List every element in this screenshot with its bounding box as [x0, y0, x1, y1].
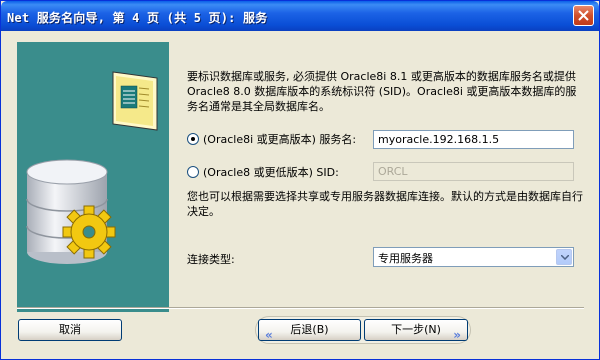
wizard-window: Net 服务名向导, 第 4 页 (共 5 页): 服务 要标识数据库或服务, … — [0, 0, 600, 360]
footer-divider — [17, 307, 584, 309]
wizard-illustration — [17, 42, 169, 312]
service-name-option[interactable]: (Oracle8i 或更高版本) 服务名: — [187, 131, 356, 147]
sid-radio[interactable] — [187, 166, 199, 178]
close-button[interactable] — [573, 5, 594, 26]
close-icon — [578, 10, 589, 21]
back-label: 后退(B) — [290, 323, 329, 336]
service-name-input[interactable]: myoracle.192.168.1.5 — [373, 130, 574, 149]
next-chevron-icon: » — [453, 328, 461, 342]
service-name-label: (Oracle8i 或更高版本) 服务名: — [203, 133, 357, 146]
document-icon — [112, 71, 158, 131]
connection-hint: 您也可以根据需要选择共享或专用服务器数据库连接。默认的方式是由数据库自行决定。 — [187, 190, 583, 218]
sid-option[interactable]: (Oracle8 或更低版本) SID: — [187, 164, 339, 180]
window-title: Net 服务名向导, 第 4 页 (共 5 页): 服务 — [7, 11, 268, 25]
dropdown-arrow-button[interactable] — [556, 249, 572, 265]
connection-type-value: 专用服务器 — [378, 252, 433, 265]
service-name-radio[interactable] — [187, 133, 199, 145]
sid-label: (Oracle8 或更低版本) SID: — [203, 166, 339, 179]
back-button[interactable]: « 后退(B) — [258, 319, 361, 342]
service-description: 要标识数据库或服务, 必须提供 Oracle8i 8.1 或更高版本的数据库服务… — [187, 70, 577, 113]
title-bar[interactable]: Net 服务名向导, 第 4 页 (共 5 页): 服务 — [1, 1, 599, 31]
connection-type-select[interactable]: 专用服务器 — [373, 247, 574, 267]
chevron-down-icon — [561, 255, 569, 260]
connection-type-label: 连接类型: — [187, 253, 235, 266]
back-chevron-icon: « — [265, 328, 273, 342]
sid-input: ORCL — [373, 162, 574, 181]
cancel-button[interactable]: 取消 — [18, 319, 122, 341]
gear-icon — [62, 205, 116, 259]
next-label: 下一步(N) — [391, 323, 441, 336]
next-button[interactable]: 下一步(N) » — [364, 319, 468, 342]
